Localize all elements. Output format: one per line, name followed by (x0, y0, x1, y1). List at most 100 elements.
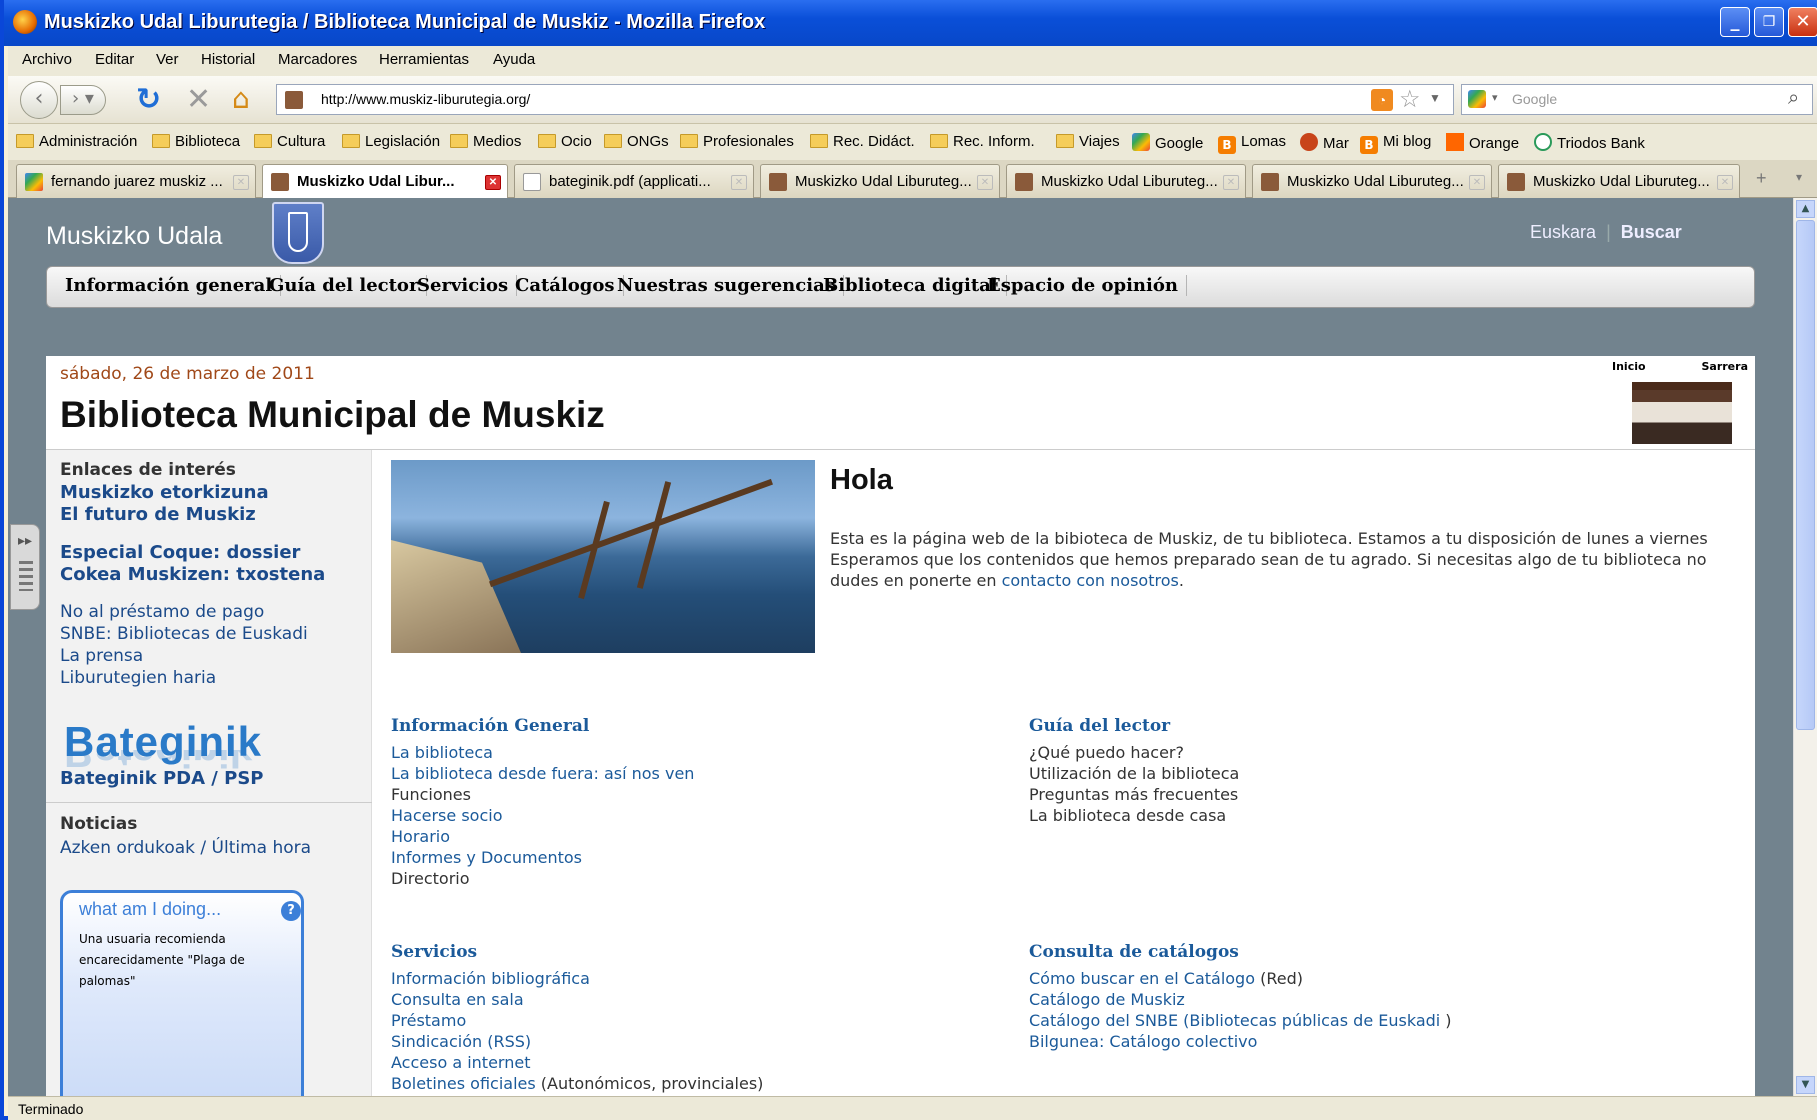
link-la-prensa[interactable]: La prensa (60, 646, 143, 666)
nav-sugerencias[interactable]: Nuestras sugerencias (609, 275, 844, 296)
tab-close-icon[interactable]: ✕ (233, 175, 249, 190)
menu-ayuda[interactable]: Ayuda (493, 51, 535, 68)
bookmark-biblioteca[interactable]: Biblioteca (152, 133, 240, 150)
scroll-down-icon[interactable]: ▼ (1796, 1076, 1815, 1094)
new-tab-icon[interactable]: + (1756, 168, 1767, 189)
tab-muskizko-active[interactable]: Muskizko Udal Libur... ✕ (262, 164, 508, 199)
link-especial-coque[interactable]: Especial Coque: dossier (60, 542, 300, 563)
link-futuro-muskiz[interactable]: El futuro de Muskiz (60, 504, 256, 525)
link-acceso-internet[interactable]: Acceso a internet (391, 1052, 763, 1073)
url-dropdown-icon[interactable]: ▼ (1429, 91, 1441, 105)
reload-icon[interactable]: ↻ (136, 82, 161, 117)
nav-informacion-general[interactable]: Información general (57, 275, 282, 296)
tab-muskizko-5[interactable]: Muskizko Udal Liburuteg... ✕ (1498, 164, 1740, 198)
nav-catalogos[interactable]: Catálogos (507, 275, 624, 296)
bookmark-ongs[interactable]: ONGs (604, 133, 669, 150)
bookmark-rec-inform[interactable]: Rec. Inform. (930, 133, 1035, 150)
library-building-logo[interactable]: Inicio Sarrera (1610, 360, 1750, 448)
link-informes[interactable]: Informes y Documentos (391, 847, 694, 868)
section-heading[interactable]: Servicios (391, 942, 763, 962)
url-bar[interactable]: http://www.muskiz-liburutegia.org/ ◔ ☆ ▼ (276, 84, 1454, 115)
minimize-button[interactable]: _ (1720, 7, 1750, 37)
forward-button[interactable]: › ▾ (60, 85, 106, 115)
menu-ver[interactable]: Ver (156, 51, 179, 68)
section-heading[interactable]: Guía del lector (1029, 716, 1239, 736)
contact-link[interactable]: contacto con nosotros (1002, 571, 1179, 590)
menu-historial[interactable]: Historial (201, 51, 255, 68)
bookmark-profesionales[interactable]: Profesionales (680, 133, 794, 150)
rss-icon[interactable]: ◔ (1371, 89, 1393, 111)
tab-close-icon[interactable]: ✕ (1223, 175, 1239, 190)
tab-close-icon[interactable]: ✕ (485, 175, 501, 190)
link-muskizko-etorkizuna[interactable]: Muskizko etorkizuna (60, 482, 269, 503)
bookmark-cultura[interactable]: Cultura (254, 133, 325, 150)
bookmark-medios[interactable]: Medios (450, 133, 521, 150)
link-como-buscar[interactable]: Cómo buscar en el Catálogo (1029, 969, 1255, 988)
link-liburutegien-haria[interactable]: Liburutegien haria (60, 668, 216, 688)
tab-close-icon[interactable]: ✕ (1469, 175, 1485, 190)
tab-list-icon[interactable]: ▾ (1796, 170, 1802, 184)
bookmark-viajes[interactable]: Viajes (1056, 133, 1120, 150)
bookmark-legislacion[interactable]: Legislación (342, 133, 440, 150)
link-ultima-hora[interactable]: Azken ordukoak / Última hora (60, 838, 311, 858)
menu-herramientas[interactable]: Herramientas (379, 51, 469, 68)
home-icon[interactable]: ⌂ (232, 82, 250, 115)
bookmark-rec-didact[interactable]: Rec. Didáct. (810, 133, 915, 150)
tab-fernando[interactable]: fernando juarez muskiz ... ✕ (16, 164, 256, 198)
bookmark-mi-blog[interactable]: B Mi blog (1360, 133, 1431, 154)
bookmark-administracion[interactable]: Administración (16, 133, 137, 150)
link-cokea-muskizen[interactable]: Cokea Muskizen: txostena (60, 564, 325, 585)
link-desde-fuera[interactable]: La biblioteca desde fuera: así nos ven (391, 763, 694, 784)
link-boletines[interactable]: Boletines oficiales (391, 1074, 536, 1093)
link-bilgunea[interactable]: Bilgunea: Catálogo colectivo (1029, 1031, 1452, 1052)
nav-guia-lector[interactable]: Guía del lector (261, 275, 428, 296)
language-link[interactable]: Euskara (1530, 222, 1596, 242)
nav-servicios[interactable]: Servicios (409, 275, 518, 296)
menu-editar[interactable]: Editar (95, 51, 134, 68)
link-catalogo-snbe[interactable]: Catálogo del SNBE (Bibliotecas públicas … (1029, 1011, 1440, 1030)
search-link[interactable]: Buscar (1621, 222, 1682, 242)
menu-marcadores[interactable]: Marcadores (278, 51, 357, 68)
menu-archivo[interactable]: Archivo (22, 51, 72, 68)
link-prestamo[interactable]: Préstamo (391, 1010, 763, 1031)
tab-muskizko-4[interactable]: Muskizko Udal Liburuteg... ✕ (1252, 164, 1492, 198)
bookmark-orange[interactable]: Orange (1446, 133, 1519, 152)
stop-icon[interactable]: ✕ (186, 82, 211, 117)
link-la-biblioteca[interactable]: La biblioteca (391, 742, 694, 763)
search-icon[interactable]: ⌕ (1788, 87, 1799, 110)
link-bateginik-pda[interactable]: Bateginik PDA / PSP (60, 768, 263, 789)
link-hacerse-socio[interactable]: Hacerse socio (391, 805, 694, 826)
tab-close-icon[interactable]: ✕ (977, 175, 993, 190)
google-engine-icon[interactable] (1468, 90, 1486, 108)
link-snbe[interactable]: SNBE: Bibliotecas de Euskadi (60, 624, 308, 644)
tab-bateginik-pdf[interactable]: bateginik.pdf (applicati... ✕ (514, 164, 754, 198)
link-sindicacion[interactable]: Sindicación (RSS) (391, 1031, 763, 1052)
tab-close-icon[interactable]: ✕ (731, 175, 747, 190)
bookmark-lomas[interactable]: B Lomas (1218, 133, 1286, 154)
search-input[interactable]: ▾ Google ⌕ (1461, 84, 1813, 115)
link-info-bibliografica[interactable]: Información bibliográfica (391, 968, 763, 989)
bookmark-google[interactable]: Google (1132, 133, 1203, 152)
link-consulta-sala[interactable]: Consulta en sala (391, 989, 763, 1010)
close-button[interactable]: ✕ (1788, 7, 1817, 37)
star-icon[interactable]: ☆ (1399, 85, 1421, 114)
bookmark-mar[interactable]: Mar (1300, 133, 1349, 152)
link-catalogo-muskiz[interactable]: Catálogo de Muskiz (1029, 989, 1452, 1010)
section-heading[interactable]: Consulta de catálogos (1029, 942, 1452, 962)
link-prestamo-pago[interactable]: No al préstamo de pago (60, 602, 264, 622)
tab-muskizko-2[interactable]: Muskizko Udal Liburuteg... ✕ (760, 164, 1000, 198)
help-icon[interactable]: ? (281, 901, 301, 921)
bookmark-triodos[interactable]: Triodos Bank (1534, 133, 1645, 152)
link-horario[interactable]: Horario (391, 826, 694, 847)
scroll-thumb[interactable] (1796, 220, 1815, 730)
engine-dropdown-icon[interactable]: ▾ (1492, 91, 1498, 104)
nav-espacio-opinion[interactable]: Espacio de opinión (979, 275, 1187, 296)
nav-biblioteca-digital[interactable]: Biblioteca digital (815, 275, 1007, 296)
tab-muskizko-3[interactable]: Muskizko Udal Liburuteg... ✕ (1006, 164, 1246, 198)
section-heading[interactable]: Información General (391, 716, 694, 736)
bookmark-ocio[interactable]: Ocio (538, 133, 592, 150)
site-name[interactable]: Muskizko Udala (46, 222, 222, 251)
scroll-up-icon[interactable]: ▲ (1796, 200, 1815, 218)
back-button[interactable]: ‹ (20, 81, 58, 119)
tab-close-icon[interactable]: ✕ (1717, 175, 1733, 190)
